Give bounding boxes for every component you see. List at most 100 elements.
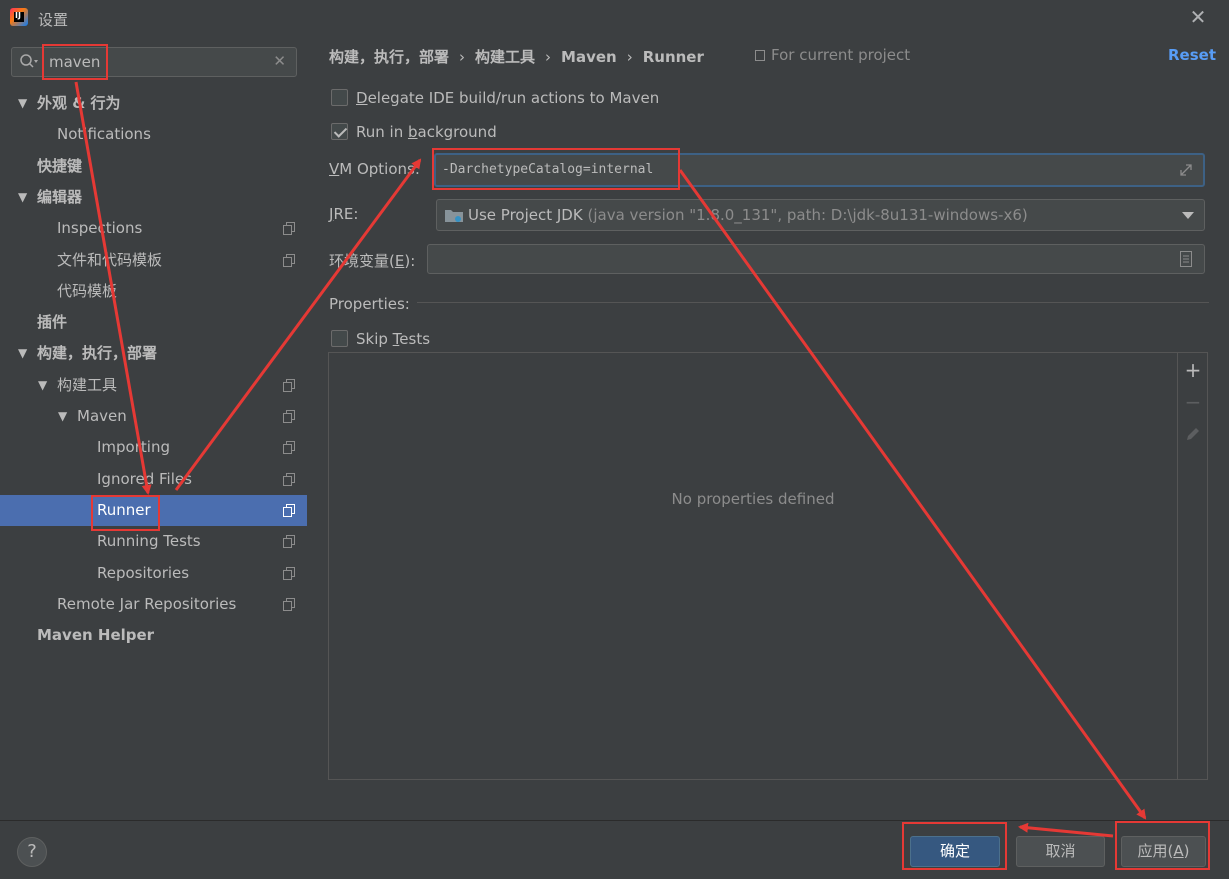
tree-item-label: 构建，执行，部署 xyxy=(37,344,158,363)
close-icon[interactable]: ✕ xyxy=(1187,6,1209,28)
tree-item-label: 快捷键 xyxy=(37,156,83,175)
tree-item-label: Remote Jar Repositories xyxy=(57,594,237,613)
scope-label: For current project xyxy=(771,46,911,64)
tree-item[interactable]: ▼ 编辑器 xyxy=(0,182,307,213)
tree-item[interactable]: Importing xyxy=(0,432,307,463)
tree-item-label: Inspections xyxy=(57,219,143,238)
remove-property-button[interactable]: − xyxy=(1184,392,1202,412)
tree-item[interactable]: ▼ Maven xyxy=(0,401,307,432)
tree-item[interactable]: ▼ 构建工具 xyxy=(0,370,307,401)
jre-dropdown[interactable]: Use Project JDK (java version "1.8.0_131… xyxy=(436,199,1205,231)
project-scope-icon xyxy=(283,222,295,236)
project-scope-icon xyxy=(283,597,295,611)
project-scope-icon xyxy=(283,503,295,517)
breadcrumb-separator: › xyxy=(545,48,552,66)
tree-item[interactable]: Remote Jar Repositories xyxy=(0,589,307,620)
edit-pencil-icon[interactable] xyxy=(1184,425,1202,443)
cancel-button[interactable]: 取消 xyxy=(1016,836,1105,867)
settings-sidebar: maven ✕ ▼ 外观 & 行为 Notifications 快捷键 ▼ 编辑器 Insp… xyxy=(0,36,307,820)
dialog-footer: ? 确定 取消 应用(A) xyxy=(0,820,1229,879)
chevron-down-icon xyxy=(1182,212,1194,219)
project-scope-icon xyxy=(283,535,295,549)
tree-item[interactable]: Running Tests xyxy=(0,526,307,557)
tree-item[interactable]: 快捷键 xyxy=(0,151,307,182)
tree-item-label: 代码模板 xyxy=(57,281,118,300)
tree-item[interactable]: ▼ 构建，执行，部署 xyxy=(0,338,307,369)
env-vars-input[interactable] xyxy=(427,244,1205,274)
delegate-build-label: Delegate IDE build/run actions to Maven xyxy=(356,89,660,107)
breadcrumb: 构建，执行，部署 › 构建工具 › Maven › Runner xyxy=(329,46,704,67)
expand-arrow-icon[interactable]: ▼ xyxy=(38,370,50,401)
search-value: maven xyxy=(49,53,101,71)
tree-item[interactable]: 插件 xyxy=(0,307,307,338)
jdk-folder-icon xyxy=(445,210,463,222)
tree-item[interactable]: Runner xyxy=(0,494,307,526)
tree-item-label: 构建工具 xyxy=(57,375,118,394)
expand-arrow-icon[interactable]: ▼ xyxy=(18,338,30,369)
tree-item[interactable]: 代码模板 xyxy=(0,276,307,307)
tree-item[interactable]: Inspections xyxy=(0,213,307,244)
project-scope-icon xyxy=(283,441,295,455)
expand-arrow-icon[interactable]: ▼ xyxy=(58,401,70,432)
tree-item[interactable]: Repositories xyxy=(0,558,307,589)
apply-button[interactable]: 应用(A) xyxy=(1121,836,1206,867)
skip-tests-option[interactable]: Skip Tests xyxy=(331,329,430,351)
jre-selected-value: Use Project JDK (java version "1.8.0_131… xyxy=(468,206,1028,224)
breadcrumb-item: Runner xyxy=(642,48,704,66)
expand-arrow-icon[interactable]: ▼ xyxy=(18,88,30,119)
project-scope-icon xyxy=(283,253,295,267)
run-in-background-checkbox[interactable] xyxy=(331,123,348,140)
scope-indicator: For current project xyxy=(755,46,910,64)
delegate-build-checkbox[interactable] xyxy=(331,89,348,106)
jre-label: JRE: xyxy=(329,205,359,223)
title-bar: IJ 设置 ✕ xyxy=(0,0,1229,36)
browse-document-icon[interactable] xyxy=(1180,251,1192,267)
expand-arrow-icon[interactable]: ▼ xyxy=(18,182,30,213)
search-icon xyxy=(20,54,38,68)
project-scope-icon xyxy=(755,50,765,61)
env-vars-label: 环境变量(E): xyxy=(329,252,416,270)
breadcrumb-separator: › xyxy=(626,48,633,66)
vm-options-input[interactable]: -DarchetypeCatalog=internal xyxy=(434,153,1205,187)
runner-settings-panel: 构建，执行，部署 › 构建工具 › Maven › Runner For current p… xyxy=(307,36,1229,820)
run-in-background-label: Run in background xyxy=(356,123,497,141)
tree-item[interactable]: Ignored Files xyxy=(0,464,307,495)
project-scope-icon xyxy=(283,566,295,580)
tree-item[interactable]: 文件和代码模板 xyxy=(0,245,307,276)
skip-tests-label: Skip Tests xyxy=(356,330,431,348)
properties-label: Properties: xyxy=(329,295,410,313)
tree-item-label: Runner xyxy=(97,500,151,519)
properties-table[interactable]: No properties defined + − xyxy=(328,352,1208,780)
clear-search-icon[interactable]: ✕ xyxy=(273,52,286,70)
project-scope-icon xyxy=(283,472,295,486)
vm-options-value: -DarchetypeCatalog=internal xyxy=(442,162,654,177)
add-property-button[interactable]: + xyxy=(1184,360,1202,380)
project-scope-icon xyxy=(283,410,295,423)
help-button[interactable]: ? xyxy=(17,837,47,867)
tree-item-label: Importing xyxy=(97,438,170,457)
ok-button[interactable]: 确定 xyxy=(910,836,1000,867)
settings-search-input[interactable]: maven ✕ xyxy=(11,47,297,77)
project-scope-icon xyxy=(283,378,295,392)
breadcrumb-item: 构建工具 xyxy=(475,48,536,66)
vm-options-label: VM Options: xyxy=(329,160,420,178)
properties-separator xyxy=(417,302,1209,303)
breadcrumb-separator: › xyxy=(459,48,466,66)
reset-link[interactable]: Reset xyxy=(1168,46,1216,64)
window-title: 设置 xyxy=(38,11,69,29)
tree-item-label: Notifications xyxy=(57,125,151,144)
run-in-background-option[interactable]: Run in background xyxy=(331,122,497,144)
tree-item[interactable]: ▼ 外观 & 行为 xyxy=(0,88,307,119)
skip-tests-checkbox[interactable] xyxy=(331,330,348,347)
tree-item[interactable]: Maven Helper xyxy=(0,620,307,651)
tree-item-label: Ignored Files xyxy=(97,469,192,488)
breadcrumb-item: Maven xyxy=(561,48,617,66)
intellij-logo-icon: IJ xyxy=(10,8,28,26)
tree-item-label: 文件和代码模板 xyxy=(57,250,163,269)
tree-item-label: Running Tests xyxy=(97,532,201,551)
tree-item-label: Maven Helper xyxy=(37,626,155,645)
expand-icon[interactable] xyxy=(1179,163,1193,177)
delegate-build-option[interactable]: Delegate IDE build/run actions to Maven xyxy=(331,88,659,110)
tree-item[interactable]: Notifications xyxy=(0,119,307,150)
properties-toolbar: + − xyxy=(1177,353,1207,779)
